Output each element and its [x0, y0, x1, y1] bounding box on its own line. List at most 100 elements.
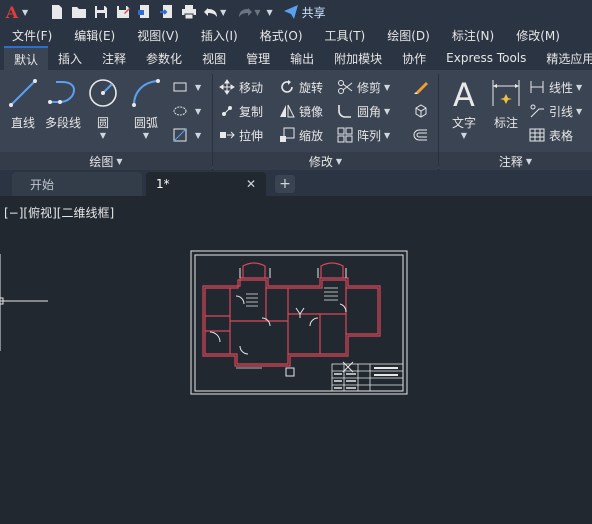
stretch-icon [220, 131, 235, 139]
menu-edit[interactable]: 编辑(E) [62, 27, 125, 44]
scale-tool[interactable]: 缩放 [279, 124, 323, 146]
rotate-tool[interactable]: 旋转 [279, 76, 323, 98]
rotate-icon [281, 80, 293, 93]
fillet-icon [338, 105, 351, 118]
rotate-label: 旋转 [299, 80, 324, 95]
close-icon[interactable]: ✕ [246, 177, 256, 191]
trim-chevron-down-icon[interactable]: ▼ [384, 83, 390, 92]
save-as-icon [117, 6, 131, 18]
move-tool[interactable]: 移动 [219, 76, 263, 98]
save-to-web-button[interactable] [156, 1, 178, 23]
mirror-icon [280, 104, 295, 118]
undo-chevron-down-icon[interactable]: ▼ [220, 8, 226, 17]
menu-tools[interactable]: 工具(T) [313, 27, 376, 44]
menu-draw[interactable]: 绘图(D) [375, 27, 440, 44]
text-tool[interactable]: A 文字 ▼ [444, 76, 484, 140]
application-menu-button[interactable]: A [0, 1, 24, 23]
copy-tool[interactable]: 复制 [219, 100, 263, 122]
polyline-tool[interactable]: 多段线 [43, 76, 83, 131]
array-tool[interactable]: 阵列 ▼ [337, 124, 390, 146]
tab-view[interactable]: 视图 [192, 46, 236, 70]
tab-annotate[interactable]: 注释 [92, 46, 136, 70]
ribbon: 直线 多段线 圆 ▼ 圆弧 ▼ ▼ ▼ ▼ 绘图 ▼ 移动 旋转 修剪 ▼ 复制… [0, 70, 592, 170]
modify-panel-title[interactable]: 修改 ▼ [213, 152, 438, 170]
mirror-tool[interactable]: 镜像 [279, 100, 323, 122]
title-block [331, 363, 404, 392]
paper-plane-icon [283, 5, 298, 19]
stretch-label: 拉伸 [239, 128, 264, 143]
fillet-tool[interactable]: 圆角 ▼ [337, 100, 390, 122]
tab-start-label: 开始 [30, 177, 55, 192]
tab-manage[interactable]: 管理 [236, 46, 280, 70]
tab-default[interactable]: 默认 [4, 46, 49, 70]
array-chevron-down-icon[interactable]: ▼ [384, 131, 390, 140]
scale-label: 缩放 [299, 128, 324, 143]
line-tool[interactable]: 直线 [3, 76, 43, 131]
draw-panel-chevron-down-icon: ▼ [116, 156, 123, 166]
linear-dimension-tool[interactable]: 线性 ▼ [529, 76, 582, 98]
rectangle-tool[interactable]: ▼ [172, 76, 201, 98]
leader-tool[interactable]: 引线 ▼ [529, 100, 582, 122]
boundary-chevron-down-icon[interactable]: ▼ [195, 131, 201, 140]
draw-panel-title[interactable]: 绘图 ▼ [0, 152, 212, 170]
share-button[interactable]: 共享 [283, 4, 326, 21]
offset-tool[interactable] [413, 124, 433, 146]
menu-view[interactable]: 视图(V) [125, 27, 189, 44]
customize-qat-icon[interactable]: ▼ [266, 8, 272, 17]
dimension-tool[interactable]: 标注 [486, 76, 526, 131]
tab-collaborate[interactable]: 协作 [392, 46, 436, 70]
fillet-chevron-down-icon[interactable]: ▼ [384, 107, 390, 116]
annotation-panel-title[interactable]: 注释 ▼ [439, 152, 592, 170]
open-button[interactable] [68, 1, 90, 23]
tab-drawing-1[interactable]: 1* ✕ [146, 172, 266, 196]
text-chevron-down-icon[interactable]: ▼ [461, 131, 467, 140]
fillet-label: 圆角 [357, 104, 382, 119]
tab-featured-apps[interactable]: 精选应用 [536, 46, 592, 70]
redo-button[interactable] [234, 1, 256, 23]
tab-addins[interactable]: 附加模块 [324, 46, 392, 70]
app-menu-chevron-down-icon[interactable]: ▼ [22, 8, 28, 17]
boundary-tool[interactable]: ▼ [172, 124, 201, 146]
menu-insert[interactable]: 插入(I) [189, 27, 248, 44]
tab-insert[interactable]: 插入 [48, 46, 92, 70]
drawing-frame [190, 250, 408, 395]
redo-chevron-down-icon[interactable]: ▼ [254, 8, 260, 17]
save-as-button[interactable] [112, 1, 134, 23]
linear-chevron-down-icon[interactable]: ▼ [576, 83, 582, 92]
hatch-chevron-down-icon[interactable]: ▼ [195, 107, 201, 116]
tab-express-tools[interactable]: Express Tools [436, 46, 536, 70]
explode-tool[interactable] [413, 100, 433, 122]
stretch-tool[interactable]: 拉伸 [219, 124, 263, 146]
save-icon [95, 6, 108, 18]
arc-tool[interactable]: 圆弧 ▼ [126, 76, 166, 140]
tab-start[interactable]: 开始 [12, 172, 142, 196]
web-mobile-button[interactable] [134, 1, 156, 23]
dimension-label: 标注 [493, 116, 518, 130]
table-icon [529, 128, 545, 142]
new-button[interactable] [46, 1, 68, 23]
menu-modify[interactable]: 修改(M) [504, 27, 570, 44]
leader-chevron-down-icon[interactable]: ▼ [576, 107, 582, 116]
drawing-canvas[interactable]: [−][俯视][二维线框] [0, 196, 592, 524]
erase-tool[interactable] [413, 76, 433, 98]
circle-tool[interactable]: 圆 ▼ [83, 76, 123, 140]
rectangle-chevron-down-icon[interactable]: ▼ [195, 83, 201, 92]
plot-button[interactable] [178, 1, 200, 23]
table-tool[interactable]: 表格 [529, 124, 573, 146]
tab-parametric[interactable]: 参数化 [136, 46, 192, 70]
undo-button[interactable] [200, 1, 222, 23]
menu-file[interactable]: 文件(F) [0, 27, 62, 44]
save-button[interactable] [90, 1, 112, 23]
new-tab-button[interactable]: + [275, 175, 295, 193]
circle-chevron-down-icon[interactable]: ▼ [100, 131, 106, 140]
arc-chevron-down-icon[interactable]: ▼ [143, 131, 149, 140]
menu-format[interactable]: 格式(O) [248, 27, 313, 44]
trim-tool[interactable]: 修剪 ▼ [337, 76, 390, 98]
hatch-tool[interactable]: ▼ [172, 100, 201, 122]
printer-icon [182, 5, 197, 20]
linear-label: 线性 [549, 80, 574, 95]
tab-output[interactable]: 输出 [280, 46, 324, 70]
svg-text:A: A [453, 76, 475, 110]
menu-dimension[interactable]: 标注(N) [440, 27, 504, 44]
quick-access-toolbar: A ▼ ▼ ▼ ▼ 共享 [0, 0, 592, 24]
